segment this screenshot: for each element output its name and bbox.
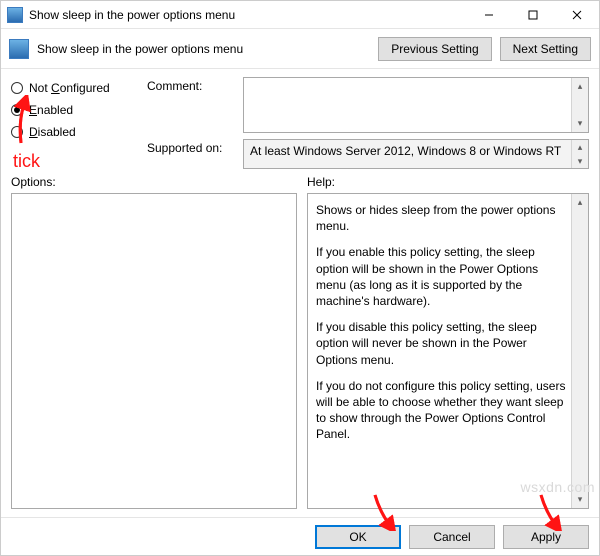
scrollbar[interactable]: ▴ ▾	[571, 140, 588, 168]
supported-value: At least Windows Server 2012, Windows 8 …	[250, 144, 561, 158]
titlebar: Show sleep in the power options menu	[1, 1, 599, 29]
previous-setting-button[interactable]: Previous Setting	[378, 37, 491, 61]
next-setting-button[interactable]: Next Setting	[500, 37, 591, 61]
header-row: Show sleep in the power options menu Pre…	[1, 29, 599, 69]
help-label: Help:	[307, 175, 589, 189]
radio-enabled[interactable]: Enabled	[11, 103, 139, 117]
mid-panes: Options: Help: Shows or hides sleep from…	[11, 175, 589, 509]
dialog-footer: OK Cancel Apply	[1, 517, 599, 555]
ok-button[interactable]: OK	[315, 525, 401, 549]
comment-label: Comment:	[147, 77, 237, 93]
minimize-button[interactable]	[467, 1, 511, 29]
window-title: Show sleep in the power options menu	[29, 8, 467, 22]
help-content: Shows or hides sleep from the power opti…	[308, 194, 588, 460]
supported-label: Supported on:	[147, 139, 237, 155]
radio-disabled[interactable]: Disabled	[11, 125, 139, 139]
scroll-down-icon[interactable]: ▾	[572, 115, 588, 132]
meta-fields: Comment: ▴ ▾ Supported on: At least Wind…	[147, 77, 589, 169]
scroll-down-icon[interactable]: ▾	[572, 154, 588, 168]
radio-indicator	[11, 126, 23, 138]
scrollbar[interactable]: ▴ ▾	[571, 78, 588, 132]
supported-value-box: At least Windows Server 2012, Windows 8 …	[243, 139, 589, 169]
app-icon	[7, 7, 23, 23]
help-box[interactable]: Shows or hides sleep from the power opti…	[307, 193, 589, 509]
maximize-button[interactable]	[511, 1, 555, 29]
close-button[interactable]	[555, 1, 599, 29]
supported-row: Supported on: At least Windows Server 20…	[147, 139, 589, 169]
radio-not-configured[interactable]: Not Configured	[11, 81, 139, 95]
options-box[interactable]	[11, 193, 297, 509]
options-pane: Options:	[11, 175, 297, 509]
apply-button[interactable]: Apply	[503, 525, 589, 549]
options-label: Options:	[11, 175, 297, 189]
radio-indicator	[11, 104, 23, 116]
scroll-up-icon[interactable]: ▴	[572, 194, 588, 211]
help-pane: Help: Shows or hides sleep from the powe…	[307, 175, 589, 509]
help-paragraph: If you enable this policy setting, the s…	[316, 244, 566, 309]
help-paragraph: If you do not configure this policy sett…	[316, 378, 566, 443]
help-paragraph: If you disable this policy setting, the …	[316, 319, 566, 368]
setting-title: Show sleep in the power options menu	[37, 42, 243, 56]
radio-group: Not Configured Enabled Disabled	[11, 77, 139, 169]
scroll-up-icon[interactable]: ▴	[572, 140, 588, 154]
radio-indicator	[11, 82, 23, 94]
help-paragraph: Shows or hides sleep from the power opti…	[316, 202, 566, 234]
scroll-up-icon[interactable]: ▴	[572, 78, 588, 95]
config-row: Not Configured Enabled Disabled Comment:…	[11, 77, 589, 169]
gpo-editor-dialog: Show sleep in the power options menu Sho…	[0, 0, 600, 556]
cancel-button[interactable]: Cancel	[409, 525, 495, 549]
watermark: wsxdn.com	[520, 479, 595, 495]
comment-row: Comment: ▴ ▾	[147, 77, 589, 133]
radio-label: Not Configured	[29, 81, 110, 95]
comment-textarea[interactable]: ▴ ▾	[243, 77, 589, 133]
setting-icon	[9, 39, 29, 59]
radio-label: Enabled	[29, 103, 73, 117]
scrollbar[interactable]: ▴ ▾	[571, 194, 588, 508]
dialog-body: Not Configured Enabled Disabled Comment:…	[1, 69, 599, 517]
radio-label: Disabled	[29, 125, 76, 139]
